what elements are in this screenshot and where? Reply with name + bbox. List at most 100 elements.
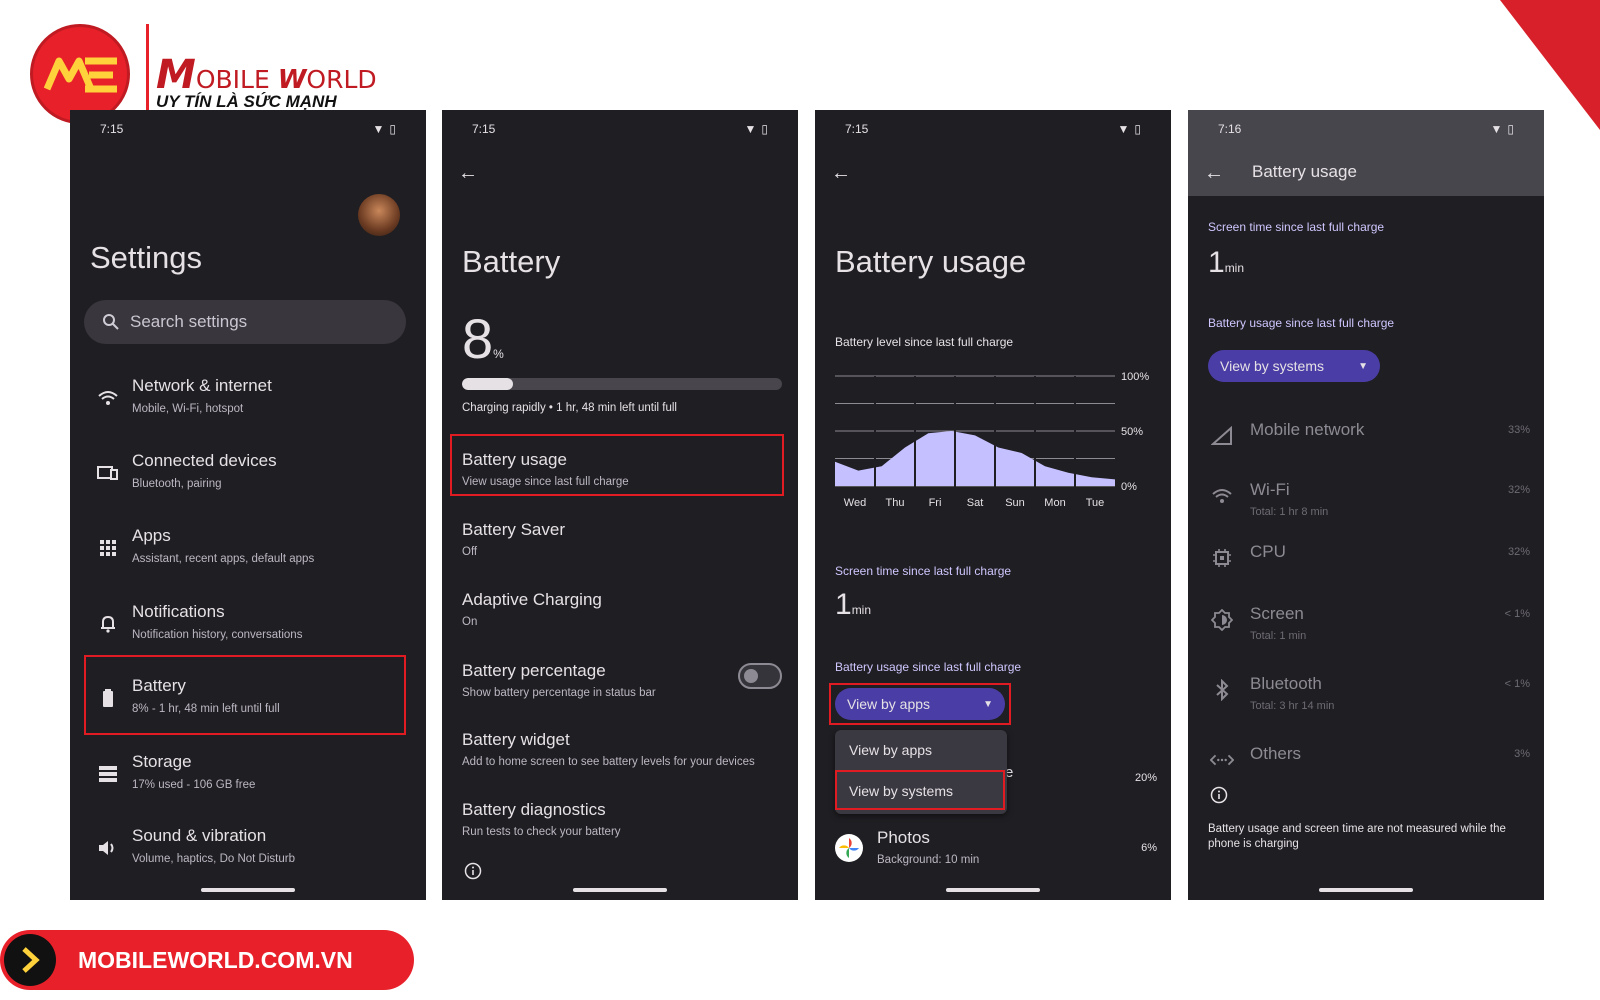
row-percent: 32%	[1507, 546, 1530, 558]
speaker-icon	[96, 836, 120, 860]
chart-x-tick-label: Thu	[886, 497, 905, 509]
settings-item-network[interactable]: Network & internet Mobile, Wi-Fi, hotspo…	[70, 370, 426, 430]
wifi-status-icon: ▼	[1117, 122, 1130, 136]
dropdown-selected: View by systems	[1220, 358, 1324, 374]
system-row-mobile-network[interactable]: Mobile network 33%	[1188, 410, 1544, 470]
item-subtitle: Add to home screen to see battery levels…	[462, 756, 755, 768]
gesture-bar[interactable]	[573, 888, 667, 892]
status-bar: 7:16 ▼ ▯	[1218, 122, 1514, 138]
settings-item-apps[interactable]: Apps Assistant, recent apps, default app…	[70, 520, 426, 580]
row-percent: 3%	[1514, 748, 1530, 760]
phone-battery-usage-systems: 7:16 ▼ ▯ ← Battery usage Screen time sinc…	[1188, 110, 1544, 900]
row-percent: 32%	[1507, 484, 1530, 496]
item-title: Battery widget	[462, 730, 570, 749]
settings-item-storage[interactable]: Storage 17% used - 106 GB free	[70, 746, 426, 806]
settings-item-notifications[interactable]: Notifications Notification history, conv…	[70, 596, 426, 656]
gesture-bar[interactable]	[1319, 888, 1413, 892]
status-time: 7:15	[472, 122, 496, 136]
system-row-bluetooth[interactable]: Bluetooth Total: 3 hr 14 min < 1%	[1188, 664, 1544, 724]
battery-item-adaptive-charging[interactable]: Adaptive Charging On	[462, 584, 782, 644]
search-placeholder: Search settings	[130, 312, 248, 331]
status-bar: 7:15 ▼ ▯	[100, 122, 396, 138]
wifi-icon	[1210, 484, 1234, 508]
charging-footnote: Battery usage and screen time are not me…	[1208, 823, 1506, 850]
avatar[interactable]	[358, 194, 400, 236]
battery-percentage-toggle[interactable]	[738, 663, 782, 689]
settings-item-sound[interactable]: Sound & vibration Volume, haptics, Do No…	[70, 820, 426, 880]
usage-label: Battery usage since last full charge	[835, 660, 1022, 674]
page-title: Battery	[462, 244, 561, 279]
screen-time-unit: min	[851, 603, 872, 617]
wifi-status-icon: ▼	[372, 122, 385, 136]
row-name: Screen	[1250, 604, 1304, 623]
item-subtitle: Notification history, conversations	[132, 629, 303, 641]
status-bar: 7:15 ▼ ▯	[845, 122, 1141, 138]
gesture-bar[interactable]	[946, 888, 1040, 892]
phone-battery-usage-apps: 7:15 ▼ ▯ ← Battery usage Battery level si…	[815, 110, 1171, 900]
row-name: CPU	[1250, 542, 1286, 561]
search-input[interactable]: Search settings	[84, 300, 406, 344]
battery-item-widget[interactable]: Battery widget Add to home screen to see…	[462, 724, 782, 784]
item-subtitle: Off	[462, 546, 478, 558]
app-row-photos[interactable]: Photos Background: 10 min 6%	[815, 828, 1171, 878]
brand-tagline: UY TÍN LÀ SỨC MẠNH	[156, 92, 337, 111]
system-row-cpu[interactable]: CPU 32%	[1188, 532, 1544, 592]
row-percent: < 1%	[1504, 608, 1530, 620]
item-title: Adaptive Charging	[462, 590, 602, 609]
item-title: Network & internet	[132, 376, 272, 395]
screen-time-label: Screen time since last full charge	[1208, 220, 1385, 234]
charging-status: Charging rapidly • 1 hr, 48 min left unt…	[462, 402, 677, 414]
back-arrow-icon[interactable]: ←	[1204, 162, 1224, 185]
battery-status-icon: ▯	[1507, 122, 1514, 136]
row-subtitle: Total: 3 hr 14 min	[1250, 700, 1335, 712]
status-time: 7:16	[1218, 122, 1242, 136]
dropdown-option-apps[interactable]: View by apps	[849, 742, 932, 758]
chart-x-tick-label: Mon	[1044, 497, 1065, 509]
system-row-wifi[interactable]: Wi-Fi Total: 1 hr 8 min 32%	[1188, 470, 1544, 530]
website-banner[interactable]: MOBILEWORLD.COM.VN	[0, 930, 414, 990]
status-bar: 7:15 ▼ ▯	[472, 122, 768, 138]
row-subtitle: Total: 1 min	[1250, 630, 1307, 642]
system-row-others[interactable]: Others 3%	[1188, 734, 1544, 794]
apps-grid-icon	[96, 536, 120, 560]
item-subtitle: Bluetooth, pairing	[132, 478, 222, 490]
view-dropdown[interactable]: View by systems ▼	[1208, 350, 1380, 382]
battery-level-chart: 100% 50% 0% Wed Thu Fri Sat Sun Mon Tue	[835, 371, 1149, 509]
settings-item-connected-devices[interactable]: Connected devices Bluetooth, pairing	[70, 445, 426, 505]
battery-percent-value: 8	[462, 307, 494, 370]
chart-label: Battery level since last full charge	[835, 335, 1014, 349]
back-arrow-icon[interactable]: ←	[831, 162, 851, 185]
item-subtitle: Show battery percentage in status bar	[462, 687, 656, 699]
item-subtitle: Mobile, Wi-Fi, hotspot	[132, 403, 244, 415]
wifi-icon	[96, 386, 120, 410]
app-bar-title: Battery usage	[1252, 162, 1357, 181]
item-subtitle: Assistant, recent apps, default apps	[132, 553, 315, 565]
chart-y-tick-label: 100%	[1121, 371, 1149, 383]
battery-item-percentage[interactable]: Battery percentage Show battery percenta…	[462, 655, 782, 715]
screen-time-value: 1min	[1208, 246, 1244, 280]
battery-status-icon: ▯	[761, 122, 768, 136]
phone-settings: 7:15 ▼ ▯ Settings Search settings Network…	[70, 110, 426, 900]
phone-battery: 7:15 ▼ ▯ ← Battery 8% Charging rapidly • …	[442, 110, 798, 900]
battery-item-diagnostics[interactable]: Battery diagnostics Run tests to check y…	[462, 794, 782, 854]
wifi-status-icon: ▼	[744, 122, 757, 136]
signal-icon	[1210, 424, 1234, 448]
battery-status-icon: ▯	[1134, 122, 1141, 136]
devices-icon	[96, 461, 120, 485]
battery-item-saver[interactable]: Battery Saver Off	[462, 514, 782, 574]
website-url: MOBILEWORLD.COM.VN	[78, 947, 353, 973]
obscured-row-percent: 20%	[1134, 772, 1157, 784]
gesture-bar[interactable]	[201, 888, 295, 892]
back-arrow-icon[interactable]: ←	[458, 162, 478, 185]
item-subtitle: Volume, haptics, Do Not Disturb	[132, 853, 295, 865]
chevron-right-icon	[4, 934, 56, 986]
item-title: Notifications	[132, 602, 225, 621]
highlight-dropdown	[829, 683, 1011, 725]
item-subtitle: On	[462, 616, 478, 628]
chart-x-tick-label: Sun	[1005, 497, 1025, 509]
system-row-screen[interactable]: Screen Total: 1 min < 1%	[1188, 594, 1544, 654]
usage-label: Battery usage since last full charge	[1208, 316, 1395, 330]
status-time: 7:15	[845, 122, 869, 136]
cpu-icon	[1210, 546, 1234, 570]
item-title: Battery diagnostics	[462, 800, 606, 819]
